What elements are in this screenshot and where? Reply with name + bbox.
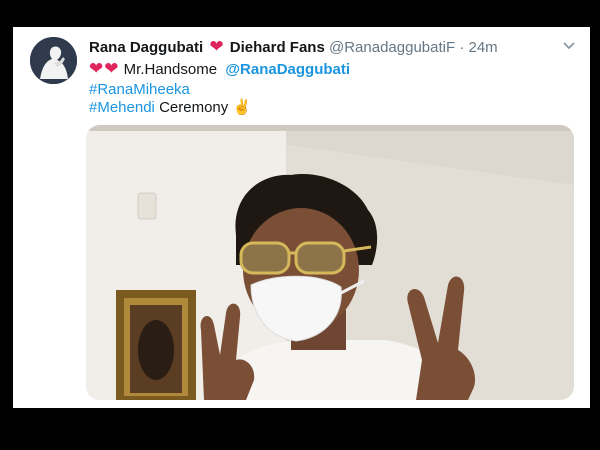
tweet-card[interactable]: Rana Daggubati ❤ Diehard Fans @Ranadaggu…: [13, 27, 590, 408]
avatar[interactable]: [30, 37, 77, 84]
tweet-text-line-1: ❤❤ Mr.Handsome @RanaDaggubati: [89, 59, 350, 80]
author-handle[interactable]: @RanadaggubatiF: [329, 39, 455, 56]
tweet-photo[interactable]: [86, 125, 574, 400]
mention-link[interactable]: @RanaDaggubati: [225, 61, 350, 78]
tweet-text-line-3: #Mehendi Ceremony ✌: [89, 98, 251, 118]
tweet-header: Rana Daggubati ❤ Diehard Fans @Ranadaggu…: [89, 37, 579, 59]
victory-hand-emoji: ✌: [232, 99, 252, 116]
author-name[interactable]: Rana Daggubati: [89, 39, 203, 56]
hashtag-link[interactable]: #RanaMiheeka: [89, 81, 190, 98]
photo-illustration: [86, 125, 574, 400]
tweet-text-line-2: #RanaMiheeka: [89, 80, 190, 100]
separator-dot: ·: [459, 39, 465, 56]
hashtag-link[interactable]: #Mehendi: [89, 99, 155, 116]
hearts-emoji: ❤❤: [89, 59, 120, 78]
author-name-suffix[interactable]: Diehard Fans: [230, 39, 325, 56]
timestamp[interactable]: 24m: [468, 39, 497, 56]
tweet-text: Ceremony: [159, 99, 229, 116]
tweet-text: Mr.Handsome: [123, 61, 218, 78]
chevron-down-icon[interactable]: [561, 40, 577, 52]
heart-icon: ❤: [209, 37, 224, 56]
